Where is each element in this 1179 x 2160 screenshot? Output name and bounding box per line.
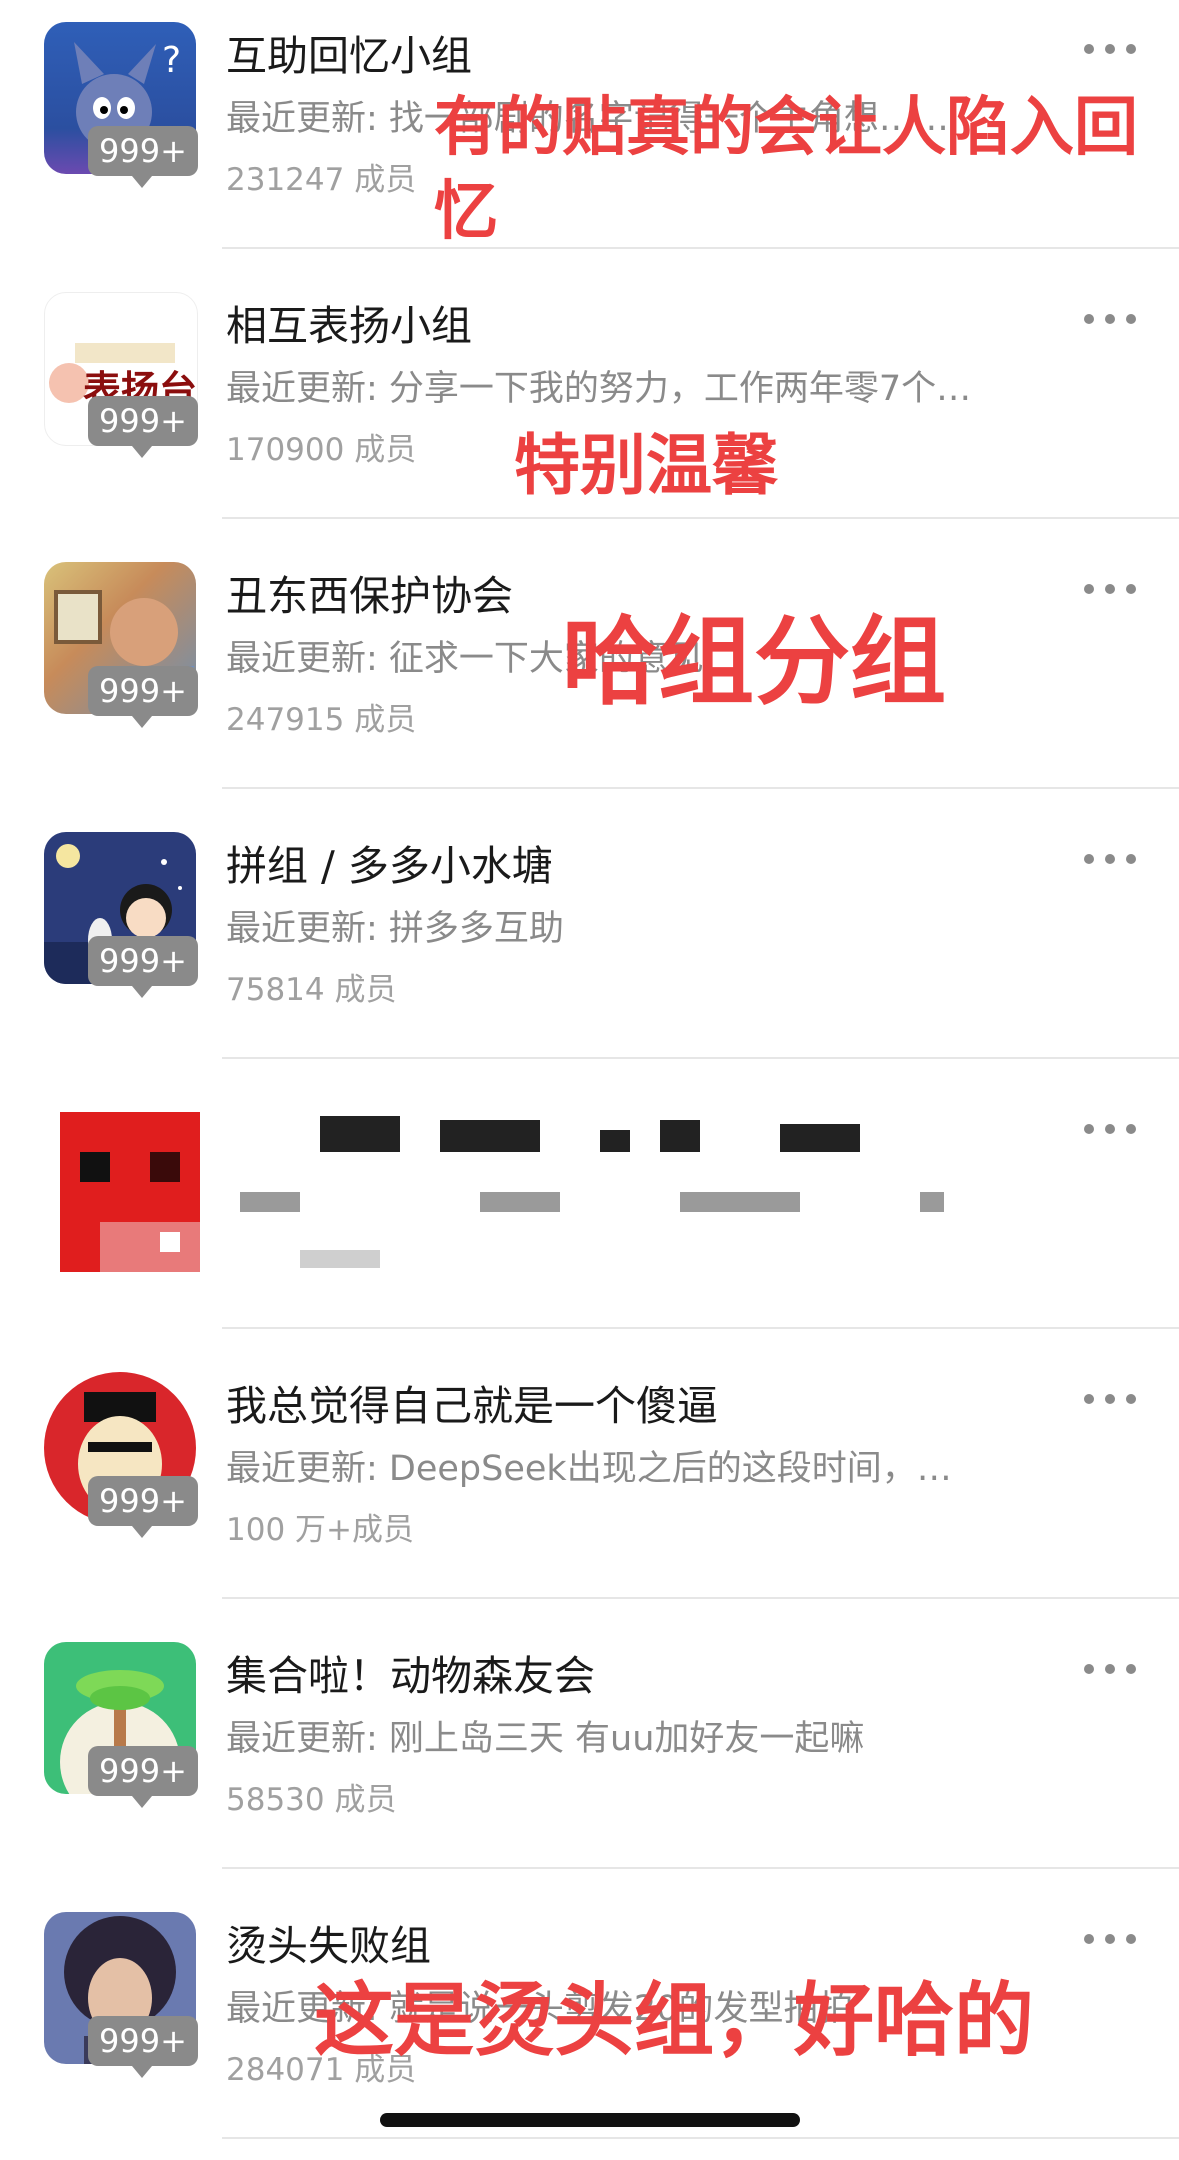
divider — [222, 1597, 1179, 1599]
redacted-title — [660, 1120, 700, 1152]
divider — [222, 2137, 1179, 2139]
svg-text:?: ? — [162, 40, 181, 81]
unread-badge: 999+ — [88, 2016, 198, 2078]
group-name: 我总觉得自己就是一个傻逼 — [226, 1382, 718, 1430]
overlay-annotation: 这是烫头组，好哈的 — [314, 1974, 1034, 2067]
group-row[interactable]: 999+ 集合啦！动物森友会 最近更新: 刚上岛三天 有uu加好友一起嘛 585… — [0, 1620, 1179, 1890]
overlay-annotation: 特别温馨 — [514, 427, 778, 504]
redacted-title — [600, 1130, 630, 1152]
divider — [222, 1057, 1179, 1059]
more-icon[interactable] — [1084, 1394, 1136, 1406]
more-icon[interactable] — [1084, 1124, 1136, 1136]
latest-update: 最近更新: DeepSeek出现之后的这段时间，… — [226, 1449, 952, 1489]
pixelated-avatar[interactable] — [60, 1112, 200, 1272]
unread-badge: 999+ — [88, 936, 198, 998]
overlay-annotation: 有的贴真的会让人陷入回 — [434, 91, 1138, 165]
more-icon[interactable] — [1084, 44, 1136, 56]
redacted-update — [240, 1192, 300, 1212]
redacted-update — [680, 1192, 800, 1212]
latest-update: 最近更新: 分享一下我的努力，工作两年零7个… — [226, 369, 972, 409]
divider — [222, 247, 1179, 249]
more-icon[interactable] — [1084, 1934, 1136, 1946]
unread-badge: 999+ — [88, 666, 198, 728]
overlay-annotation: 忆 — [434, 175, 498, 249]
unread-badge: 999+ — [88, 1476, 198, 1538]
group-name: 集合啦！动物森友会 — [226, 1652, 595, 1700]
redacted-update — [480, 1192, 560, 1212]
latest-update: 最近更新: 拼多多互助 — [226, 909, 564, 949]
unread-badge: 999+ — [88, 126, 198, 188]
home-indicator[interactable] — [380, 2113, 800, 2127]
unread-badge: 999+ — [88, 396, 198, 458]
redacted-update — [920, 1192, 944, 1212]
group-row[interactable]: 999+ 拼组 / 多多小水塘 最近更新: 拼多多互助 75814 成员 — [0, 810, 1179, 1080]
more-icon[interactable] — [1084, 584, 1136, 596]
redacted-title — [780, 1124, 860, 1152]
group-row[interactable]: 999+ 我总觉得自己就是一个傻逼 最近更新: DeepSeek出现之后的这段时… — [0, 1350, 1179, 1620]
group-name: 丑东西保护协会 — [226, 572, 513, 620]
more-icon[interactable] — [1084, 314, 1136, 326]
more-icon[interactable] — [1084, 1664, 1136, 1676]
divider — [222, 787, 1179, 789]
redacted-members — [300, 1250, 380, 1268]
divider — [222, 1327, 1179, 1329]
member-count: 100 万+成员 — [226, 1512, 414, 1548]
divider — [222, 1867, 1179, 1869]
group-row[interactable] — [0, 1080, 1179, 1350]
member-count: 247915 成员 — [226, 702, 417, 738]
latest-update: 最近更新: 刚上岛三天 有uu加好友一起嘛 — [226, 1719, 865, 1759]
group-name: 互助回忆小组 — [226, 32, 472, 80]
group-name: 相互表扬小组 — [226, 302, 472, 350]
group-name: 拼组 / 多多小水塘 — [226, 842, 553, 890]
divider — [222, 517, 1179, 519]
member-count: 75814 成员 — [226, 972, 397, 1008]
member-count: 170900 成员 — [226, 432, 417, 468]
more-icon[interactable] — [1084, 854, 1136, 866]
overlay-annotation: 哈组分组 — [562, 606, 946, 718]
redacted-title — [320, 1116, 400, 1152]
member-count: 231247 成员 — [226, 162, 417, 198]
member-count: 58530 成员 — [226, 1782, 397, 1818]
redacted-title — [440, 1120, 540, 1152]
unread-badge: 999+ — [88, 1746, 198, 1808]
